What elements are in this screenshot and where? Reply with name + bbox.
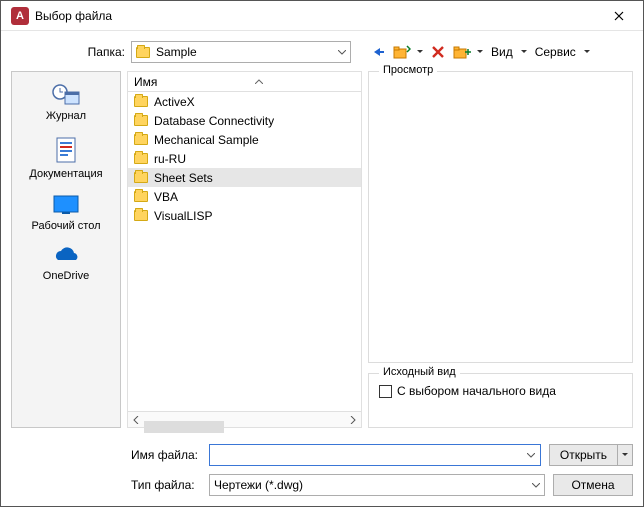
list-item-label: ActiveX [154, 95, 195, 109]
new-folder-button[interactable] [451, 41, 473, 63]
view-menu[interactable]: Вид [487, 45, 517, 59]
chevron-down-icon[interactable] [522, 445, 540, 465]
sort-indicator-icon [255, 79, 263, 84]
filename-input[interactable] [209, 444, 541, 466]
list-header-name: Имя [128, 75, 157, 89]
places-onedrive[interactable]: OneDrive [12, 246, 120, 282]
dialog-body: Папка: Sample [1, 31, 643, 506]
source-view-legend: Исходный вид [379, 366, 460, 378]
up-dropdown[interactable] [415, 50, 425, 54]
dialog-window: A Выбор файла Папка: Sample [0, 0, 644, 507]
list-item[interactable]: VisualLISP [128, 206, 361, 225]
folder-icon [134, 115, 148, 126]
delete-x-icon [432, 46, 444, 58]
filename-row: Имя файла: Открыть [131, 444, 633, 466]
filetype-value: Чертежи (*.dwg) [210, 478, 526, 492]
filetype-combo[interactable]: Чертежи (*.dwg) [209, 474, 545, 496]
open-button[interactable]: Открыть [549, 444, 617, 466]
list-item-label: VBA [154, 190, 178, 204]
document-icon [54, 136, 78, 164]
titlebar: A Выбор файла [1, 1, 643, 31]
scroll-right-icon[interactable] [345, 413, 361, 427]
app-icon: A [11, 7, 29, 25]
list-item-label: VisualLISP [154, 209, 212, 223]
list-item[interactable]: Sheet Sets [128, 168, 361, 187]
filetype-label: Тип файла: [131, 478, 201, 492]
list-item[interactable]: Database Connectivity [128, 111, 361, 130]
folder-icon [134, 210, 148, 221]
close-button[interactable] [599, 2, 639, 30]
folder-row: Папка: Sample [11, 39, 633, 65]
tools-menu[interactable]: Сервис [531, 45, 580, 59]
folder-combo-value: Sample [156, 45, 197, 59]
chevron-down-icon[interactable] [526, 475, 544, 495]
history-icon [51, 82, 81, 106]
delete-button[interactable] [427, 41, 449, 63]
up-button[interactable] [391, 41, 413, 63]
chevron-down-icon [338, 50, 346, 55]
filename-label: Имя файла: [131, 448, 201, 462]
folder-icon [134, 191, 148, 202]
new-folder-dropdown[interactable] [475, 50, 485, 54]
file-list-column: Имя ActiveX Database Connectivity Mechanic… [127, 71, 362, 428]
filetype-row: Тип файла: Чертежи (*.dwg) Отмена [131, 474, 633, 496]
source-view-group: Исходный вид С выбором начального вида [368, 373, 633, 428]
onedrive-icon [51, 246, 81, 266]
folder-icon [134, 134, 148, 145]
scroll-left-icon[interactable] [128, 413, 144, 427]
open-button-dropdown[interactable] [617, 444, 633, 466]
content-area: Журнал Документация Рабочий стол OneDriv… [11, 71, 633, 428]
places-label: OneDrive [43, 270, 89, 282]
file-list[interactable]: ActiveX Database Connectivity Mechanical S… [127, 91, 362, 412]
tools-menu-label: Сервис [535, 45, 576, 59]
folder-label: Папка: [81, 45, 125, 59]
places-bar: Журнал Документация Рабочий стол OneDriv… [11, 71, 121, 428]
places-label: Журнал [46, 110, 86, 122]
list-item-label: Mechanical Sample [154, 133, 259, 147]
list-item[interactable]: ru-RU [128, 149, 361, 168]
cancel-button[interactable]: Отмена [553, 474, 633, 496]
preview-legend: Просмотр [379, 64, 437, 76]
preview-group: Просмотр [368, 71, 633, 363]
view-menu-label: Вид [491, 45, 513, 59]
folder-icon [134, 96, 148, 107]
folder-up-icon [393, 45, 411, 59]
list-item[interactable]: Mechanical Sample [128, 130, 361, 149]
toolbar: Вид Сервис [367, 41, 592, 63]
places-label: Рабочий стол [31, 220, 100, 232]
close-icon [614, 11, 624, 21]
folder-icon [134, 172, 148, 183]
back-button[interactable] [367, 41, 389, 63]
window-title: Выбор файла [35, 9, 599, 23]
list-item-label: Database Connectivity [154, 114, 274, 128]
list-item-label: ru-RU [154, 152, 186, 166]
places-docs[interactable]: Документация [12, 136, 120, 180]
places-desktop[interactable]: Рабочий стол [12, 194, 120, 232]
list-item[interactable]: VBA [128, 187, 361, 206]
scroll-thumb[interactable] [144, 421, 224, 433]
folder-combo[interactable]: Sample [131, 41, 351, 63]
desktop-icon [52, 194, 80, 216]
list-header[interactable]: Имя [127, 71, 362, 91]
tools-menu-caret[interactable] [582, 50, 592, 54]
folder-icon [134, 153, 148, 164]
places-history[interactable]: Журнал [12, 82, 120, 122]
folder-new-icon [453, 45, 471, 59]
list-item-label: Sheet Sets [154, 171, 213, 185]
places-label: Документация [29, 168, 102, 180]
open-button-split: Открыть [549, 444, 633, 466]
list-item[interactable]: ActiveX [128, 92, 361, 111]
right-column: Просмотр Исходный вид С выбором начально… [368, 71, 633, 428]
horizontal-scrollbar[interactable] [127, 412, 362, 428]
initial-view-checkbox[interactable]: С выбором начального вида [379, 384, 622, 398]
folder-icon [136, 47, 150, 58]
arrow-left-icon [370, 46, 386, 58]
checkbox-icon [379, 385, 392, 398]
bottom-area: Имя файла: Открыть Тип файла: Чертежи (*… [11, 428, 633, 496]
checkbox-label: С выбором начального вида [397, 384, 556, 398]
view-menu-caret[interactable] [519, 50, 529, 54]
